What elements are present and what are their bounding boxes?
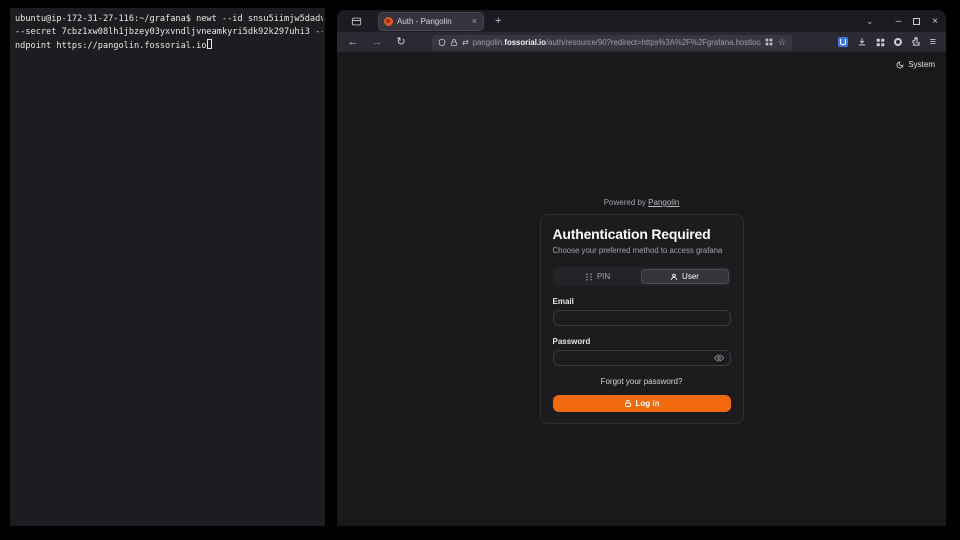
login-button[interactable]: Log in: [553, 395, 731, 412]
reload-button[interactable]: ↻: [393, 37, 409, 48]
terminal-panel[interactable]: ubuntu@ip-172-31-27-116:~/grafana$ newt …: [10, 8, 325, 526]
bookmark-star-icon[interactable]: ☆: [778, 37, 786, 48]
url-domain: fossorial.io: [504, 38, 546, 47]
url-prefix: pangolin.: [473, 38, 505, 47]
window-maximize-button[interactable]: [913, 18, 920, 25]
url-path: /auth/resource/90?redirect=https%3A%2F%2…: [546, 38, 761, 47]
tab-user[interactable]: User: [641, 269, 729, 284]
terminal-line: --secret 7cbz1xw08lh1jbzey03yxvndljvneam…: [15, 26, 323, 39]
tab-user-label: User: [682, 272, 699, 281]
lock-open-icon: [624, 399, 632, 408]
auth-title: Authentication Required: [553, 226, 731, 242]
forward-button[interactable]: →: [369, 37, 385, 48]
lock-icon[interactable]: [450, 38, 458, 47]
apps-grid-icon[interactable]: [876, 38, 885, 47]
back-button[interactable]: ←: [345, 37, 361, 48]
permissions-swap-icon[interactable]: ⇄: [462, 38, 469, 47]
browser-tab[interactable]: Auth - Pangolin ×: [379, 13, 483, 30]
password-field[interactable]: [553, 350, 731, 366]
url-text: pangolin.fossorial.io/auth/resource/90?r…: [473, 38, 761, 47]
powered-by-text: Powered by: [604, 198, 646, 207]
page-content: System Powered by Pangolin Authenticatio…: [337, 52, 946, 526]
containers-grid-icon[interactable]: [765, 38, 773, 46]
browser-window: Auth - Pangolin × + ⌄ – × ← → ↻: [337, 10, 946, 526]
downloads-icon[interactable]: [857, 37, 867, 47]
theme-toggle[interactable]: System: [896, 60, 935, 69]
pangolin-link[interactable]: Pangolin: [648, 198, 679, 207]
email-label: Email: [553, 297, 731, 306]
terminal-line: ndpoint https://pangolin.fossorial.io: [15, 39, 323, 53]
window-close-button[interactable]: ×: [932, 16, 938, 27]
new-tab-button[interactable]: +: [492, 16, 504, 27]
list-tabs-icon[interactable]: ⌄: [866, 16, 874, 27]
email-field[interactable]: [553, 310, 731, 326]
extension-blue-icon[interactable]: [838, 37, 848, 47]
menu-hamburger-icon[interactable]: ≡: [930, 37, 936, 48]
terminal-cursor: [207, 39, 212, 49]
method-tabs: PIN User: [553, 267, 731, 286]
tab-bar: Auth - Pangolin × + ⌄ – ×: [337, 10, 946, 32]
terminal-line: ubuntu@ip-172-31-27-116:~/grafana$ newt …: [15, 13, 323, 26]
shield-icon[interactable]: [438, 38, 446, 47]
extensions-puzzle-icon[interactable]: [911, 37, 921, 47]
forgot-password-link[interactable]: Forgot your password?: [553, 377, 731, 386]
url-bar[interactable]: ⇄ pangolin.fossorial.io/auth/resource/90…: [432, 35, 792, 50]
pin-keypad-icon: [585, 273, 593, 281]
user-icon: [670, 273, 678, 281]
auth-subtitle: Choose your preferred method to access g…: [553, 246, 731, 255]
tab-pin-label: PIN: [597, 272, 610, 281]
auth-card: Authentication Required Choose your pref…: [540, 214, 744, 424]
tab-close-icon[interactable]: ×: [471, 17, 478, 26]
theme-toggle-label: System: [908, 60, 935, 69]
powered-by: Powered by Pangolin: [540, 198, 744, 207]
login-button-label: Log in: [636, 399, 660, 408]
terminal-line-text: ndpoint https://pangolin.fossorial.io: [15, 41, 206, 51]
tab-pin[interactable]: PIN: [555, 269, 641, 284]
password-label: Password: [553, 337, 731, 346]
tab-title: Auth - Pangolin: [397, 17, 467, 26]
firefox-view-icon[interactable]: [347, 13, 365, 29]
moon-icon: [896, 61, 904, 69]
extension-ring-icon[interactable]: [894, 38, 902, 46]
show-password-eye-icon[interactable]: [714, 354, 724, 362]
navigation-toolbar: ← → ↻ ⇄ pangolin.fossorial.io/auth/resou…: [337, 32, 946, 52]
window-minimize-button[interactable]: –: [896, 16, 902, 27]
pangolin-favicon: [384, 17, 393, 26]
